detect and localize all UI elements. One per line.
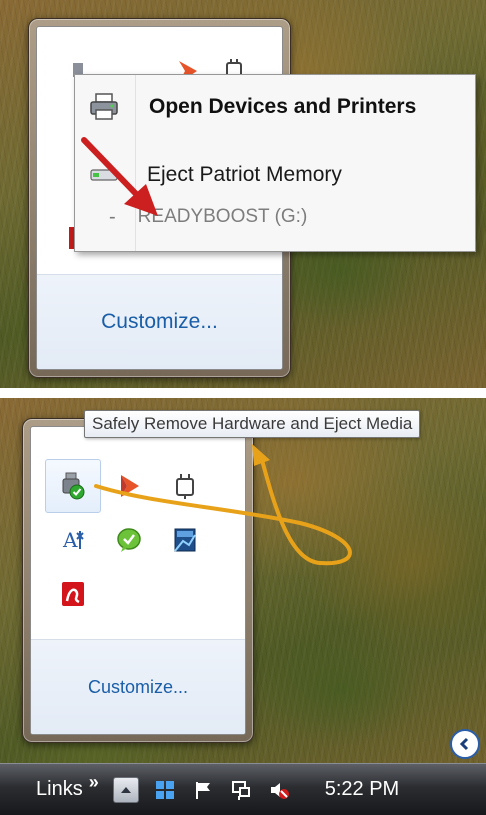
taskbar: Links » 5:22 PM	[0, 763, 486, 815]
menu-item-readyboost-volume: - READYBOOST (G:)	[75, 197, 475, 237]
bottom-screenshot-panel: A Customize... Safely Remove Hardware an…	[0, 398, 486, 815]
menu-subitem-dash: -	[109, 205, 116, 228]
taskbar-clock[interactable]: 5:22 PM	[325, 778, 399, 801]
back-arrow-icon[interactable]	[450, 729, 480, 759]
network-icon[interactable]	[229, 778, 253, 802]
flyout-footer: Customize...	[37, 274, 282, 369]
menu-item-label: Eject Patriot Memory	[147, 163, 342, 186]
customize-link[interactable]: Customize...	[88, 677, 188, 698]
accessibility-icon[interactable]: A	[45, 513, 101, 567]
green-chat-icon[interactable]	[101, 513, 157, 567]
safely-remove-hardware-tooltip: Safely Remove Hardware and Eject Media	[84, 410, 421, 438]
toolbar-overflow-chevron[interactable]: »	[89, 772, 99, 793]
power-plug-icon[interactable]	[157, 459, 213, 513]
windows-explorer-icon[interactable]	[153, 778, 177, 802]
flyout-footer: Customize...	[31, 639, 245, 734]
safely-remove-hardware-icon[interactable]	[45, 459, 101, 513]
top-screenshot-panel: Customize... Open Devices and Printers E…	[0, 0, 486, 388]
svg-text:A: A	[62, 528, 78, 552]
safely-remove-context-menu: Open Devices and Printers Eject Patriot …	[74, 74, 476, 252]
menu-item-label: READYBOOST (G:)	[137, 206, 308, 227]
avira-antivirus-icon[interactable]	[45, 567, 101, 621]
network-monitor-icon[interactable]	[157, 513, 213, 567]
menu-item-eject-patriot-memory[interactable]: Eject Patriot Memory	[75, 155, 475, 195]
customize-link[interactable]: Customize...	[101, 310, 218, 334]
arrow-app-icon[interactable]	[101, 459, 157, 513]
chevron-up-icon	[120, 786, 131, 793]
usb-drive-icon	[75, 166, 135, 184]
volume-muted-icon[interactable]	[267, 778, 291, 802]
printer-icon	[75, 92, 135, 122]
menu-item-open-devices-and-printers[interactable]: Open Devices and Printers	[75, 85, 475, 129]
show-hidden-icons-button[interactable]	[112, 776, 139, 803]
links-toolbar-label[interactable]: Links	[36, 778, 83, 801]
tray-overflow-body: A Customize...	[30, 426, 246, 735]
action-center-flag-icon[interactable]	[191, 778, 215, 802]
tray-overflow-flyout: A Customize...	[22, 418, 254, 743]
tray-icon-grid: A	[45, 459, 213, 621]
menu-item-label: Open Devices and Printers	[149, 95, 417, 118]
